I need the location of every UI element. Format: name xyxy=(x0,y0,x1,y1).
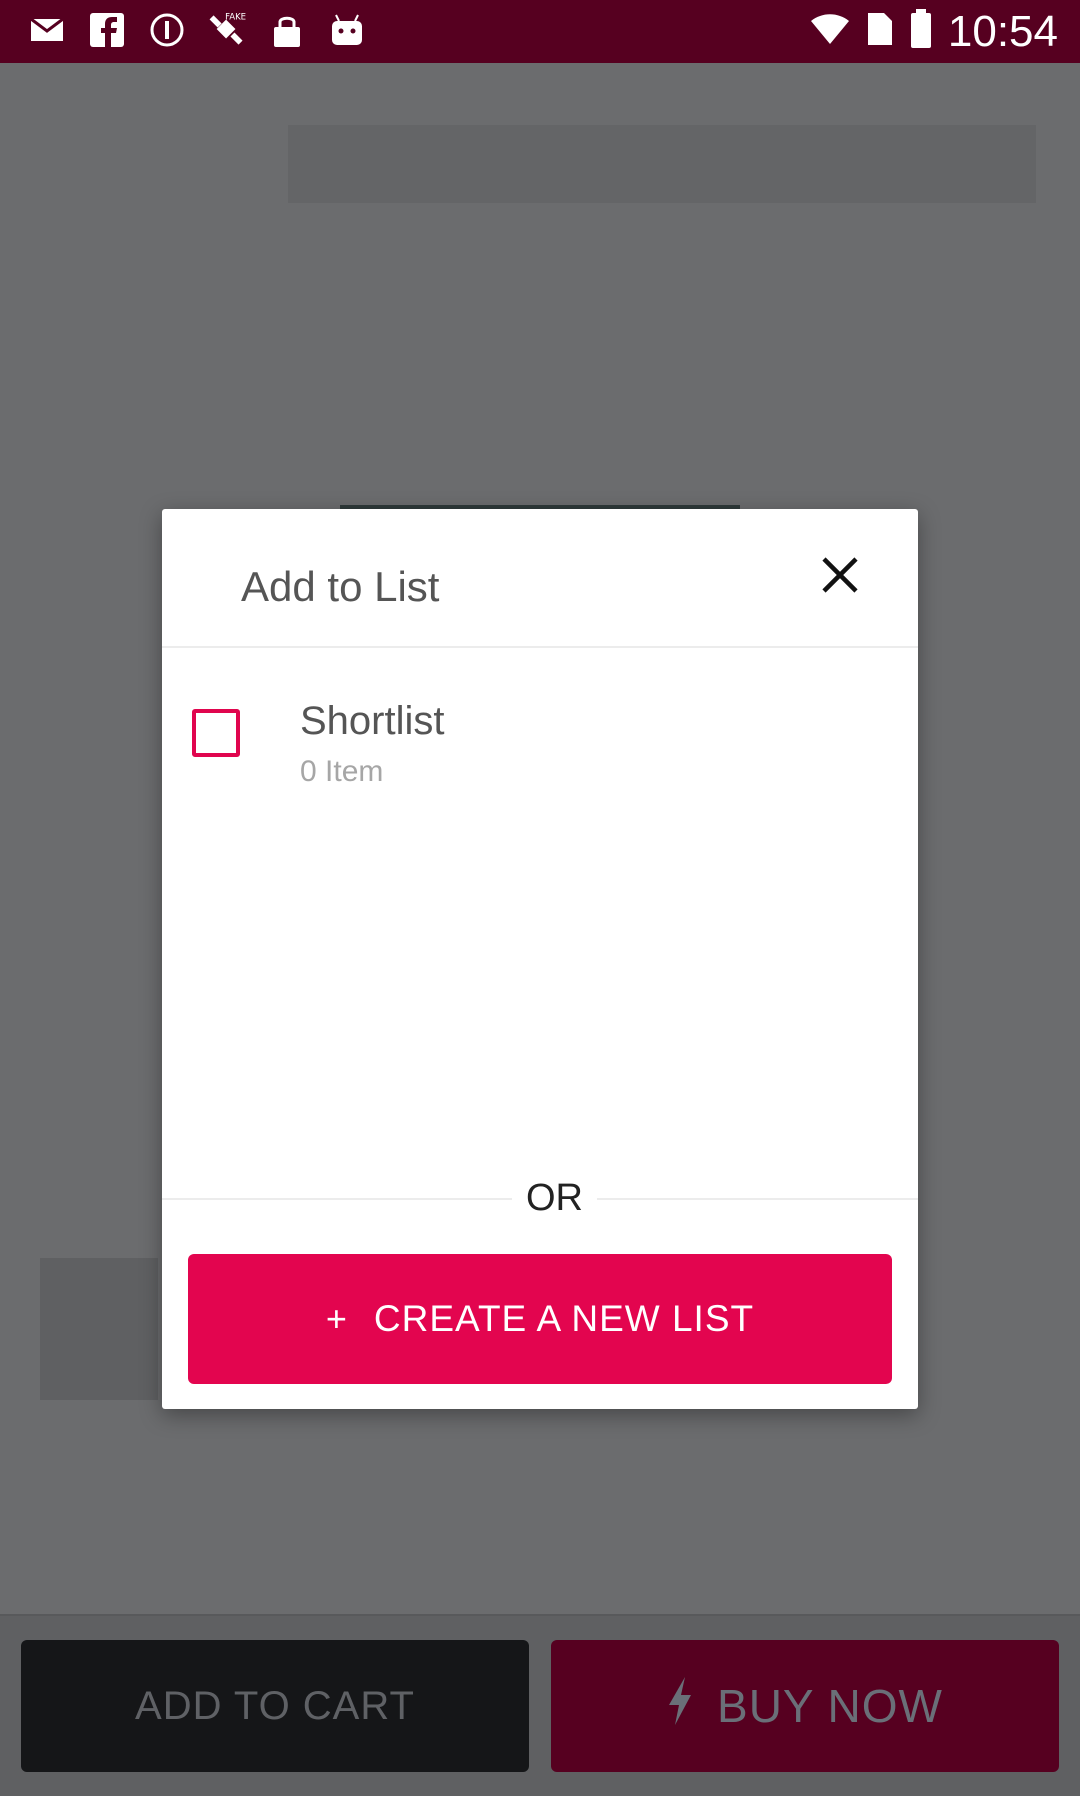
title-divider xyxy=(162,646,918,648)
facebook-icon xyxy=(88,10,126,50)
shortlist-checkbox[interactable] xyxy=(192,709,240,757)
battery-icon xyxy=(910,9,932,54)
system-indicators: 10:54 xyxy=(810,0,1058,63)
or-label: OR xyxy=(512,1177,597,1220)
dialog-title: Add to List xyxy=(241,563,440,610)
lock-icon xyxy=(268,10,306,50)
buy-now-button[interactable]: BUY NOW xyxy=(551,1640,1059,1772)
background-thumbnail xyxy=(40,1258,158,1400)
list-item-count: 0 Item xyxy=(300,755,384,788)
list-item-shortlist[interactable]: Shortlist 0 Item xyxy=(192,699,892,809)
status-bar: FAKE 10:54 xyxy=(0,0,1080,63)
message-icon xyxy=(28,10,66,50)
info-icon xyxy=(148,10,186,50)
add-to-cart-button[interactable]: ADD TO CART xyxy=(21,1640,529,1772)
notification-icons: FAKE xyxy=(28,10,366,50)
clock: 10:54 xyxy=(947,6,1058,56)
add-to-cart-label: ADD TO CART xyxy=(135,1683,415,1728)
sim-icon xyxy=(866,11,894,52)
fake-gps-icon: FAKE xyxy=(208,10,246,50)
create-new-list-button[interactable]: + CREATE A NEW LIST xyxy=(188,1254,892,1384)
create-new-list-label: CREATE A NEW LIST xyxy=(373,1298,755,1339)
close-button[interactable] xyxy=(818,555,862,599)
background-search-area xyxy=(288,125,1036,203)
android-icon xyxy=(328,10,366,50)
plus-icon: + xyxy=(325,1298,348,1339)
lightning-icon xyxy=(667,1676,693,1736)
wifi-icon xyxy=(810,12,850,51)
add-to-list-dialog: Add to List Shortlist 0 Item OR + CREATE… xyxy=(162,509,918,1409)
close-icon xyxy=(821,556,859,599)
buy-now-label: BUY NOW xyxy=(717,1680,943,1732)
svg-text:FAKE: FAKE xyxy=(225,13,246,23)
list-name: Shortlist xyxy=(300,699,445,743)
